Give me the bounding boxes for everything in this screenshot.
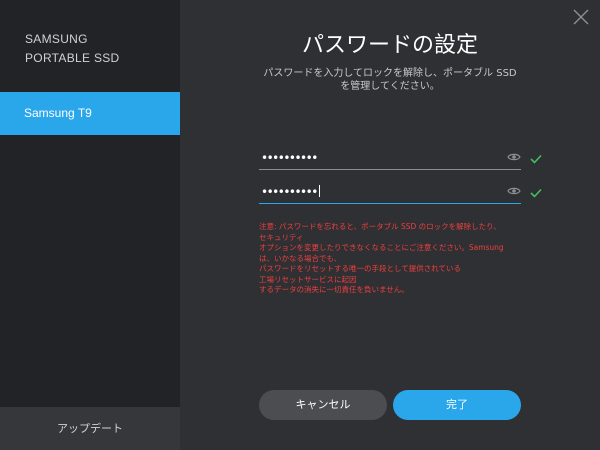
sidebar: SAMSUNG PORTABLE SSD Samsung T9 アップデート — [0, 0, 180, 450]
cancel-button[interactable]: キャンセル — [259, 390, 387, 420]
done-button[interactable]: 完了 — [393, 390, 521, 420]
sidebar-item-device[interactable]: Samsung T9 — [0, 92, 180, 135]
confirm-password-text: •••••••••• — [261, 185, 318, 199]
page-title: パスワードの設定 — [301, 33, 478, 58]
app-window: SAMSUNG PORTABLE SSD Samsung T9 アップデート パ… — [0, 0, 600, 450]
checkmark-icon — [530, 188, 542, 198]
eye-icon[interactable] — [507, 186, 521, 196]
password-value: •••••••••• — [261, 151, 318, 165]
checkmark-icon — [530, 154, 542, 164]
text-cursor — [318, 185, 320, 197]
confirm-password-field[interactable]: •••••••••• — [259, 182, 521, 204]
password-field[interactable]: •••••••••• — [259, 148, 521, 170]
warning-text: 注意: パスワードを忘れると、ポータブル SSD のロックを解除したり、 セキュ… — [259, 222, 504, 294]
close-icon[interactable] — [572, 8, 590, 26]
update-button[interactable]: アップデート — [0, 407, 180, 450]
brand-logo-text: SAMSUNG PORTABLE SSD — [25, 32, 120, 65]
page-subtitle: パスワードを入力してロックを解除し、ポータブル SSD を管理してください。 — [263, 68, 517, 92]
confirm-password-value: •••••••••• — [261, 184, 320, 200]
eye-icon[interactable] — [507, 152, 521, 162]
